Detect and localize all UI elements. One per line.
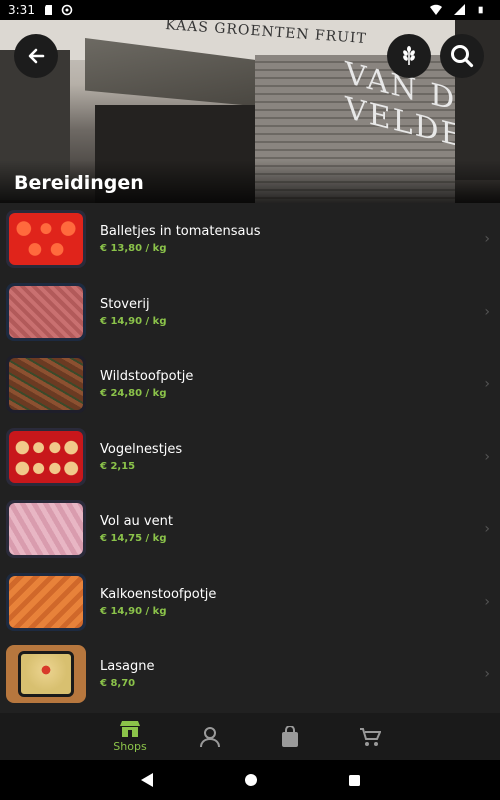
search-button[interactable] bbox=[440, 34, 484, 78]
product-name: Stoverij bbox=[100, 296, 150, 312]
product-image bbox=[6, 427, 86, 486]
system-navigation-bar bbox=[0, 760, 500, 800]
product-image bbox=[6, 645, 86, 704]
product-image bbox=[6, 500, 86, 559]
recents-square-icon[interactable] bbox=[348, 774, 361, 787]
status-bar: 3:31 bbox=[0, 0, 500, 20]
grain-icon bbox=[403, 46, 415, 65]
list-item[interactable]: Lasagne € 8,70 › bbox=[0, 638, 500, 711]
list-item[interactable]: Balletjes in tomatensaus € 13,80 / kg › bbox=[0, 203, 500, 276]
battery-icon bbox=[478, 6, 483, 14]
product-name: Wildstoofpotje bbox=[100, 369, 194, 385]
product-name: Kalkoenstoofpotje bbox=[100, 586, 217, 602]
home-circle-icon[interactable] bbox=[244, 773, 258, 787]
back-triangle-icon[interactable] bbox=[140, 772, 154, 788]
list-item[interactable]: Stoverij € 14,90 / kg › bbox=[0, 276, 500, 349]
product-name: Vol au vent bbox=[100, 514, 173, 530]
product-name: Lasagne bbox=[100, 659, 155, 675]
list-item[interactable]: Vogelnestjes € 2,15 › bbox=[0, 421, 500, 494]
product-price: € 8,70 bbox=[100, 678, 136, 690]
chevron-right-icon: › bbox=[484, 666, 490, 683]
list-item[interactable]: Wildstoofpotje € 24,80 / kg › bbox=[0, 348, 500, 421]
product-image bbox=[6, 282, 86, 341]
nav-shops[interactable]: Shops bbox=[90, 713, 170, 760]
nav-orders[interactable] bbox=[250, 713, 330, 760]
product-name: Vogelnestjes bbox=[100, 441, 183, 457]
product-image bbox=[6, 572, 86, 631]
bottom-navigation: Shops bbox=[0, 713, 500, 760]
cart-icon bbox=[360, 727, 381, 746]
product-price: € 14,90 / kg bbox=[100, 315, 167, 327]
sync-icon bbox=[61, 4, 73, 16]
product-image bbox=[6, 210, 86, 269]
wifi-icon bbox=[430, 4, 442, 15]
signal-icon bbox=[454, 4, 465, 15]
back-button[interactable] bbox=[14, 34, 58, 78]
header-hero: KAAS GROENTEN FRUIT VAN DE VELDE Bereidi… bbox=[0, 20, 500, 203]
product-price: € 13,80 / kg bbox=[100, 243, 167, 255]
search-icon bbox=[451, 45, 474, 68]
product-price: € 2,15 bbox=[100, 460, 136, 472]
sd-card-icon bbox=[44, 5, 52, 15]
chevron-right-icon: › bbox=[484, 521, 490, 538]
product-image bbox=[6, 355, 86, 414]
allergen-filter-button[interactable] bbox=[387, 34, 431, 78]
product-price: € 14,75 / kg bbox=[100, 533, 167, 545]
shopping-bag-icon bbox=[282, 725, 298, 747]
page-title: Bereidingen bbox=[14, 172, 144, 194]
chevron-right-icon: › bbox=[484, 303, 490, 320]
nav-shops-label: Shops bbox=[113, 740, 147, 753]
chevron-right-icon: › bbox=[484, 376, 490, 393]
store-icon bbox=[120, 721, 140, 737]
product-price: € 14,90 / kg bbox=[100, 605, 167, 617]
chevron-right-icon: › bbox=[484, 231, 490, 248]
nav-cart[interactable] bbox=[330, 713, 410, 760]
list-item[interactable]: Vol au vent € 14,75 / kg › bbox=[0, 493, 500, 566]
nav-account[interactable] bbox=[170, 713, 250, 760]
arrow-left-icon bbox=[28, 48, 45, 64]
chevron-right-icon: › bbox=[484, 593, 490, 610]
person-icon bbox=[200, 726, 220, 747]
list-item[interactable]: Kalkoenstoofpotje € 14,90 / kg › bbox=[0, 566, 500, 639]
chevron-right-icon: › bbox=[484, 448, 490, 465]
product-list: Balletjes in tomatensaus € 13,80 / kg › … bbox=[0, 203, 500, 713]
status-time: 3:31 bbox=[8, 3, 35, 17]
product-price: € 24,80 / kg bbox=[100, 388, 167, 400]
product-name: Balletjes in tomatensaus bbox=[100, 224, 261, 240]
